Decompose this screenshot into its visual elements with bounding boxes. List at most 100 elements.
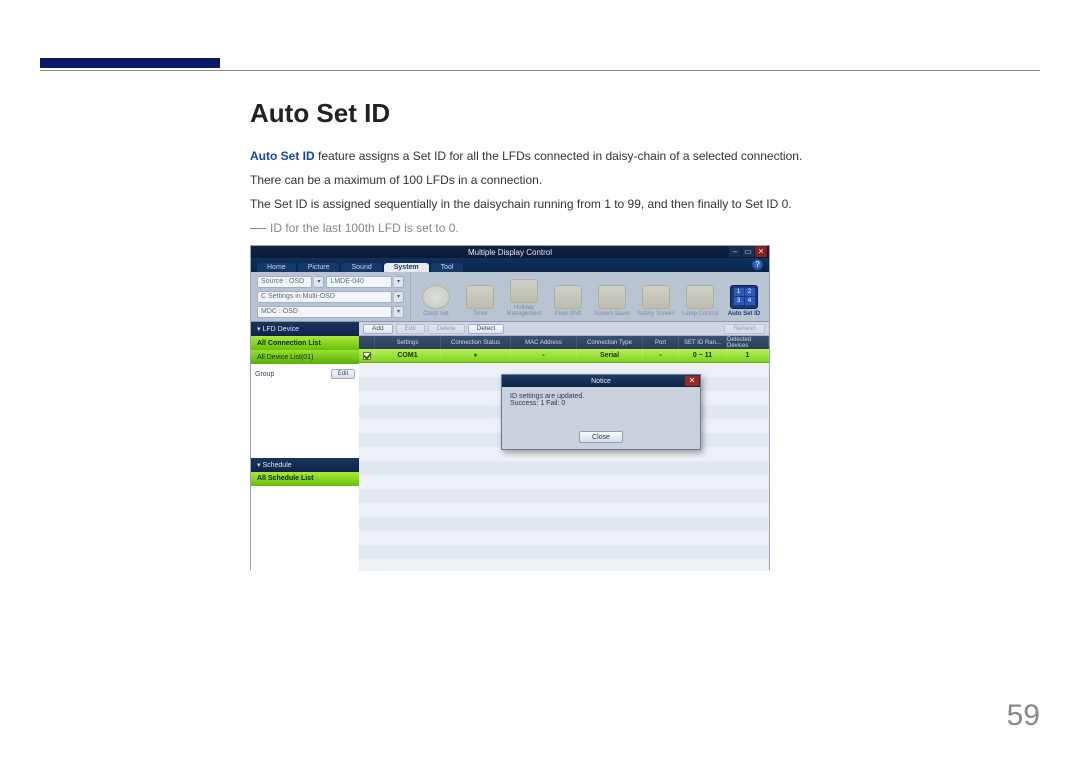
ribbon-tabs: Home Picture Sound System Tool ? xyxy=(251,258,769,272)
combo-mdc-osd[interactable]: MDC : OSD ▾ xyxy=(257,306,404,318)
sidebar-group-label: Group xyxy=(255,371,274,378)
tool-safety-screen[interactable]: Safety Screen xyxy=(635,275,677,319)
auto-set-id-icon: 1 2 3 4 xyxy=(730,285,758,309)
sidebar-group-row: Group Edit xyxy=(255,368,355,380)
th-checkbox xyxy=(359,336,375,349)
sidebar-device-tree: Group Edit xyxy=(251,364,359,458)
cell-settings: COM1 xyxy=(375,349,441,362)
help-icon[interactable]: ? xyxy=(752,259,763,270)
page-number: 59 xyxy=(1007,699,1040,733)
cell-connection-status: ● xyxy=(441,349,511,362)
page-title: Auto Set ID xyxy=(250,98,1040,129)
tab-home[interactable]: Home xyxy=(257,263,296,272)
combo-multi-osd[interactable]: C Settings in Multi-OSD ▾ xyxy=(257,291,404,303)
dialog-line-1: ID settings are updated. xyxy=(510,393,692,400)
th-connection-status: Connection Status xyxy=(441,336,511,349)
sidebar-lfd-header[interactable]: ▾ LFD Device xyxy=(251,322,359,336)
maximize-button[interactable]: ▭ xyxy=(742,246,754,257)
combo-source-field: Source : OSD xyxy=(257,276,312,288)
calendar-icon xyxy=(510,279,538,303)
para-1-bold: Auto Set ID xyxy=(250,149,315,163)
lamp-icon xyxy=(686,285,714,309)
ribbon-tools: Clock Set Timer Holiday Management Pixel… xyxy=(411,272,769,321)
tool-holiday-management[interactable]: Holiday Management xyxy=(503,275,545,319)
sidebar-schedule-tree xyxy=(251,486,359,572)
tab-sound[interactable]: Sound xyxy=(341,263,381,272)
para-3: The Set ID is assigned sequentially in t… xyxy=(250,195,1040,213)
status-dot-icon: ● xyxy=(473,352,477,359)
timer-icon xyxy=(466,285,494,309)
tool-screen-saver[interactable]: Screen Saver xyxy=(591,275,633,319)
th-detected-devices: Detected Devices xyxy=(727,336,769,349)
tool-auto-set-id[interactable]: 1 2 3 4 Auto Set ID xyxy=(723,275,765,319)
para-1: Auto Set ID feature assigns a Set ID for… xyxy=(250,147,1040,165)
note: ID for the last 100th LFD is set to 0. xyxy=(250,221,1040,235)
para-2: There can be a maximum of 100 LFDs in a … xyxy=(250,171,1040,189)
th-port: Port xyxy=(643,336,679,349)
header-divider xyxy=(40,70,1040,71)
dialog-close-action-button[interactable]: Close xyxy=(579,431,623,443)
app-title: Multiple Display Control xyxy=(468,248,552,257)
table-header: Settings Connection Status MAC Address C… xyxy=(359,336,769,349)
cell-port: - xyxy=(643,349,679,362)
notice-dialog: Notice ✕ ID settings are updated. Succes… xyxy=(501,374,701,450)
sidebar-all-connection-list[interactable]: All Connection List xyxy=(251,336,359,350)
th-settings: Settings xyxy=(375,336,441,349)
cell-range: 0 ~ 11 xyxy=(679,349,727,362)
chevron-down-icon[interactable]: ▾ xyxy=(394,276,404,288)
header-accent-bar xyxy=(40,58,220,68)
clock-icon xyxy=(422,285,450,309)
tool-lamp-control[interactable]: Lamp Control xyxy=(679,275,721,319)
edit-connection-button[interactable]: Edit xyxy=(396,324,425,334)
sidebar-all-device-list[interactable]: All Device List(01) xyxy=(251,350,359,364)
tab-system[interactable]: System xyxy=(384,263,429,272)
safety-icon xyxy=(642,285,670,309)
screen-saver-icon xyxy=(598,285,626,309)
tool-clock-set[interactable]: Clock Set xyxy=(415,275,457,319)
th-setid-range: SET ID Ran... xyxy=(679,336,727,349)
chevron-down-icon[interactable]: ▾ xyxy=(394,306,404,318)
delete-button[interactable]: Delete xyxy=(428,324,465,334)
combo-source[interactable]: Source : OSD ▾ LMDE-040 ▾ xyxy=(257,276,404,288)
tab-picture[interactable]: Picture xyxy=(298,263,340,272)
sidebar-schedule-header[interactable]: ▾ Schedule xyxy=(251,458,359,472)
combo-multi-osd-field: C Settings in Multi-OSD xyxy=(257,291,392,303)
add-button[interactable]: Add xyxy=(363,324,393,334)
app-titlebar: Multiple Display Control – ▭ ✕ xyxy=(251,246,769,258)
th-mac-address: MAC Address xyxy=(511,336,577,349)
cell-detected: 1 xyxy=(727,349,769,362)
pixel-shift-icon xyxy=(554,285,582,309)
row-checkbox[interactable] xyxy=(363,352,371,360)
minimize-button[interactable]: – xyxy=(729,246,741,257)
edit-button[interactable]: Edit xyxy=(331,369,355,379)
chevron-down-icon[interactable]: ▾ xyxy=(314,276,324,288)
note-dash-icon xyxy=(250,228,266,229)
th-connection-type: Connection Type xyxy=(577,336,643,349)
cell-mac: - xyxy=(511,349,577,362)
button-row: Add Edit Delete Detect Refresh xyxy=(359,322,769,336)
dialog-title: Notice ✕ xyxy=(502,375,700,387)
dialog-line-2: Success: 1 Fail: 0 xyxy=(510,400,692,407)
refresh-button[interactable]: Refresh xyxy=(724,324,765,334)
close-button[interactable]: ✕ xyxy=(755,246,767,257)
combo-model-field: LMDE-040 xyxy=(326,276,392,288)
tool-timer[interactable]: Timer xyxy=(459,275,501,319)
tab-tool[interactable]: Tool xyxy=(431,263,464,272)
tool-pixel-shift[interactable]: Pixel Shift xyxy=(547,275,589,319)
sidebar-all-schedule-list[interactable]: All Schedule List xyxy=(251,472,359,486)
detect-button[interactable]: Detect xyxy=(468,324,505,334)
combo-mdc-osd-field: MDC : OSD xyxy=(257,306,392,318)
ribbon: Source : OSD ▾ LMDE-040 ▾ C Settings in … xyxy=(251,272,769,322)
dialog-close-button[interactable]: ✕ xyxy=(685,376,699,386)
app-window: Multiple Display Control – ▭ ✕ Home Pict… xyxy=(250,245,770,570)
window-buttons: – ▭ ✕ xyxy=(729,246,767,257)
document-content: Auto Set ID Auto Set ID feature assigns … xyxy=(250,98,1040,570)
ribbon-left-panel: Source : OSD ▾ LMDE-040 ▾ C Settings in … xyxy=(251,272,411,321)
dialog-buttons: Close xyxy=(502,427,700,449)
para-1-rest: feature assigns a Set ID for all the LFD… xyxy=(315,149,803,163)
dialog-body: ID settings are updated. Success: 1 Fail… xyxy=(502,387,700,427)
note-text: ID for the last 100th LFD is set to 0. xyxy=(270,221,459,235)
chevron-down-icon[interactable]: ▾ xyxy=(394,291,404,303)
table-row[interactable]: COM1 ● - Serial - 0 ~ 11 1 xyxy=(359,349,769,363)
cell-conn-type: Serial xyxy=(577,349,643,362)
